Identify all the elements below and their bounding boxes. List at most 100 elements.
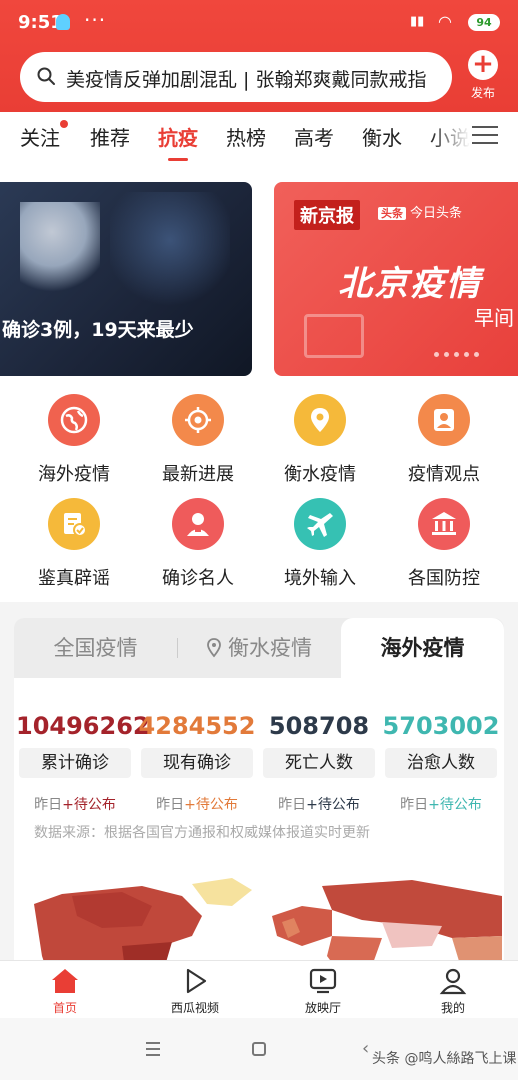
tabs-fade — [430, 112, 470, 162]
shortcut-countries[interactable]: 各国防控 — [384, 498, 504, 590]
nav-theater[interactable]: 放映厅 — [278, 967, 368, 1016]
tab-overseas-stats[interactable]: 海外疫情 — [341, 618, 504, 678]
battery-indicator: 94 — [468, 14, 500, 31]
stat-label: 死亡人数 — [263, 748, 375, 778]
stat-recovered: 5703002 治愈人数 昨日+待公布 — [382, 712, 500, 814]
banner-news-left[interactable]: 确诊3例，19天来最少 — [0, 182, 252, 376]
search-bar[interactable]: 美疫情反弹加剧混乱 | 张翰郑爽戴同款戒指 — [20, 52, 452, 102]
toutiao-logo: 头条 今日头条 — [378, 202, 462, 221]
search-suggestion: 美疫情反弹加剧混乱 | 张翰郑爽戴同款戒指 — [66, 69, 427, 91]
profile-icon — [408, 967, 498, 995]
carousel-dots — [434, 352, 479, 357]
nav-home[interactable]: 首页 — [20, 967, 110, 1016]
banner-subtitle: 早间 — [474, 306, 514, 330]
nav-label: 西瓜视频 — [170, 1001, 219, 1015]
banner-caption: 确诊3例，19天来最少 — [2, 319, 194, 341]
top-header: 9:51 ··· ▮▮ ◠ 94 美疫情反弹加剧混乱 | 张翰郑爽戴同款戒指 +… — [0, 0, 518, 112]
unread-dot — [60, 120, 68, 128]
epidemic-stats-card: 全国疫情 衡水疫情 海外疫情 10496262 累计确诊 昨日+待公布 4284… — [14, 618, 504, 978]
yest-value: +待公布 — [428, 797, 482, 813]
stat-label: 治愈人数 — [385, 748, 497, 778]
yest-value: +待公布 — [184, 797, 238, 813]
person-icon — [172, 498, 224, 550]
tab-hot-list[interactable]: 热榜 — [226, 122, 266, 151]
tab-hengshui-stats[interactable]: 衡水疫情 — [178, 618, 340, 678]
wifi-icon: ◠ — [438, 12, 452, 31]
play-icon — [150, 967, 240, 995]
publish-button[interactable]: + 发布 — [460, 50, 506, 106]
stat-value: 4284552 — [138, 712, 256, 740]
channel-tabs: 关注 推荐 抗疫 热榜 高考 衡水 小说 — [0, 112, 518, 162]
tab-label: 关注 — [20, 126, 60, 150]
toutiao-text: 今日头条 — [410, 206, 463, 221]
stat-current-confirmed: 4284552 现有确诊 昨日+待公布 — [138, 712, 256, 814]
yest-prefix: 昨日 — [278, 797, 307, 813]
yest-value: +待公布 — [306, 797, 360, 813]
tab-follow[interactable]: 关注 — [20, 120, 68, 151]
shortcut-opinion[interactable]: 疫情观点 — [384, 394, 504, 486]
institution-icon — [418, 498, 470, 550]
banner-news-right[interactable]: 新京报 头条 今日头条 北京疫情 早间 — [274, 182, 518, 376]
shortcut-label: 衡水疫情 — [284, 464, 356, 485]
stat-value: 508708 — [268, 712, 370, 740]
notification-icon — [56, 14, 70, 30]
nav-profile[interactable]: 我的 — [408, 967, 498, 1016]
airplane-icon — [294, 498, 346, 550]
stat-label: 现有确诊 — [141, 748, 253, 778]
location-pin-icon — [207, 638, 221, 658]
shortcut-label: 疫情观点 — [408, 464, 480, 485]
nav-xigua-video[interactable]: 西瓜视频 — [150, 967, 240, 1016]
toutiao-badge: 头条 — [378, 207, 406, 220]
tab-anti-epidemic[interactable]: 抗疫 — [158, 122, 198, 161]
shortcut-hengshui[interactable]: 衡水疫情 — [260, 394, 380, 486]
shortcut-celebrity[interactable]: 确诊名人 — [138, 498, 258, 590]
shortcut-overseas[interactable]: 海外疫情 — [14, 394, 134, 486]
stat-yesterday: 昨日+待公布 — [16, 794, 134, 814]
stat-value: 5703002 — [382, 712, 500, 740]
target-icon — [172, 394, 224, 446]
yest-value: +待公布 — [62, 797, 116, 813]
recent-apps-button[interactable] — [146, 1042, 160, 1060]
stats-tabs: 全国疫情 衡水疫情 海外疫情 — [14, 618, 504, 678]
person-card-icon — [418, 394, 470, 446]
shortcut-label: 海外疫情 — [38, 464, 110, 485]
data-source-note: 数据来源：根据各国官方通报和权威媒体报道实时更新 — [34, 825, 370, 841]
plus-icon: + — [468, 50, 498, 80]
signal-icon: ▮▮ — [410, 14, 425, 29]
tab-recommend[interactable]: 推荐 — [90, 122, 130, 151]
shortcut-label: 各国防控 — [408, 568, 480, 589]
nav-label: 放映厅 — [304, 1001, 341, 1015]
tab-gaokao[interactable]: 高考 — [294, 122, 334, 151]
stat-value: 10496262 — [16, 712, 150, 740]
xinjingbao-logo: 新京报 — [294, 200, 360, 230]
channel-menu-icon[interactable] — [472, 126, 498, 146]
home-icon — [20, 967, 110, 995]
shortcut-label: 鉴真辟谣 — [38, 568, 110, 589]
shortcut-imported[interactable]: 境外输入 — [260, 498, 380, 590]
yest-prefix: 昨日 — [34, 797, 63, 813]
nav-label: 我的 — [440, 1001, 465, 1015]
tab-label: 衡水疫情 — [228, 636, 312, 660]
publish-label: 发布 — [470, 86, 495, 100]
shortcut-label: 确诊名人 — [162, 568, 234, 589]
shortcut-latest[interactable]: 最新进展 — [138, 394, 258, 486]
newspaper-icon — [304, 314, 364, 358]
yest-prefix: 昨日 — [156, 797, 185, 813]
tab-hengshui[interactable]: 衡水 — [362, 122, 402, 151]
shortcut-rumor[interactable]: 鉴真辟谣 — [14, 498, 134, 590]
stat-yesterday: 昨日+待公布 — [138, 794, 256, 814]
shortcut-label: 境外输入 — [284, 568, 356, 589]
banner-photo-bg — [110, 192, 230, 312]
home-button[interactable] — [252, 1042, 266, 1056]
watermark: 头条 @鸣人絲路飞上课 — [372, 1051, 517, 1067]
tab-national[interactable]: 全国疫情 — [14, 618, 177, 678]
stat-yesterday: 昨日+待公布 — [260, 794, 378, 814]
stat-deaths: 508708 死亡人数 昨日+待公布 — [260, 712, 378, 814]
back-button[interactable]: ‹ — [362, 1038, 369, 1059]
nav-label: 首页 — [52, 1001, 77, 1015]
system-navigation: ‹ 头条 @鸣人絲路飞上课 — [0, 1018, 518, 1080]
feature-area: 确诊3例，19天来最少 新京报 头条 今日头条 北京疫情 早间 海外疫情 最新进展… — [0, 162, 518, 602]
stat-yesterday: 昨日+待公布 — [382, 794, 500, 814]
shortcut-label: 最新进展 — [162, 464, 234, 485]
stat-total-confirmed: 10496262 累计确诊 昨日+待公布 — [16, 712, 150, 814]
